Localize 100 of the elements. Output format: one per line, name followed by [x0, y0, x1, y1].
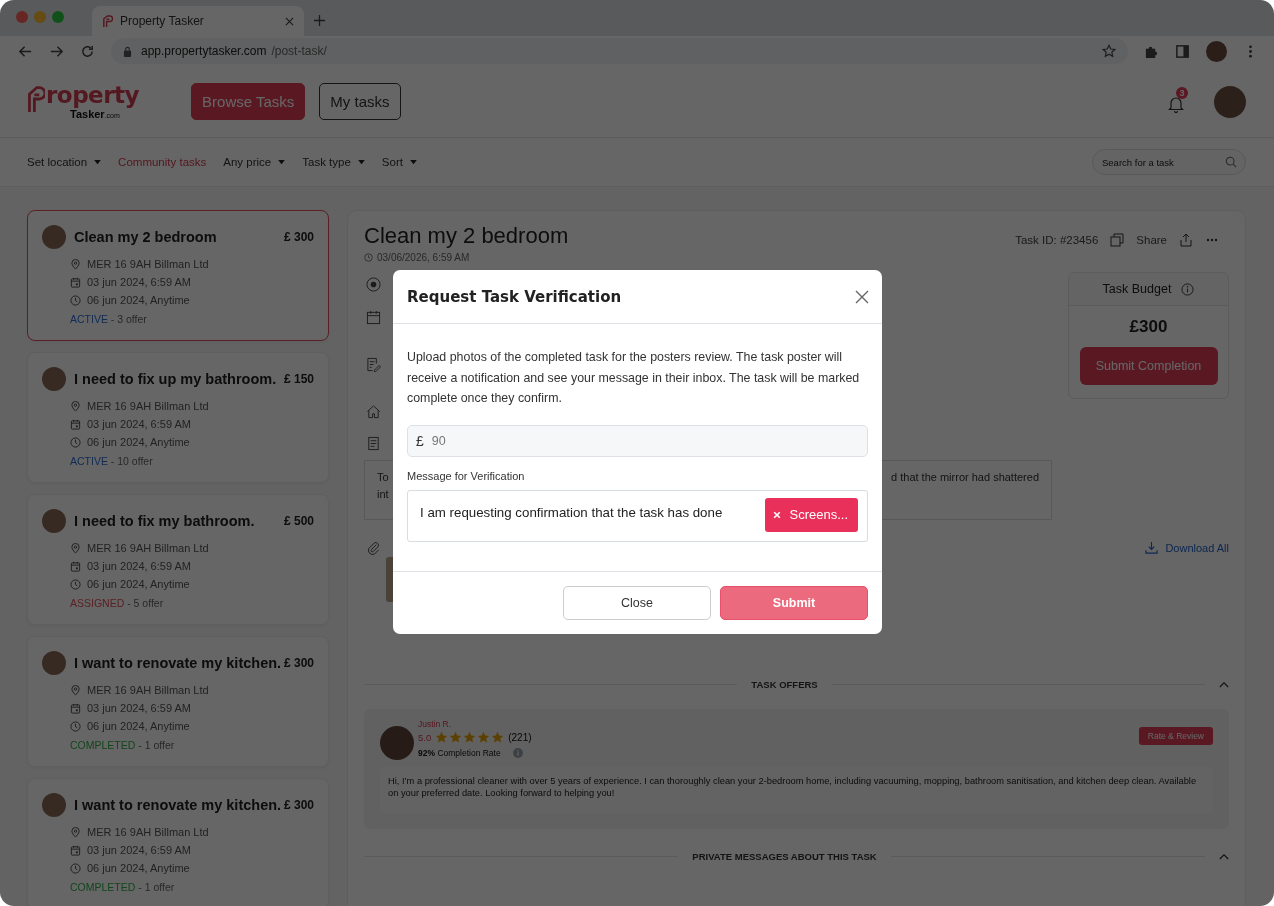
- rate-review-button[interactable]: Rate & Review: [1138, 727, 1213, 745]
- star-icon: [491, 731, 505, 744]
- task-price: £ 300: [283, 230, 314, 244]
- paperclip-icon: [366, 540, 381, 555]
- bookmark-star-icon[interactable]: [1102, 44, 1116, 58]
- filter-menu[interactable]: Task type: [302, 156, 365, 168]
- lock-icon: [123, 45, 132, 57]
- task-card[interactable]: I want to renovate my kitchen. £ 300 MER 16 9AH Billman Ltd 03 jun 2024, 6:59 AM 06 jun 2024, Anytime COMPLETED - 1 offer: [27, 636, 329, 767]
- close-window-dot[interactable]: [16, 11, 28, 23]
- close-button[interactable]: Close: [563, 586, 711, 620]
- task-title: Clean my 2 bedroom: [74, 229, 218, 245]
- chevron-up-icon[interactable]: [1219, 681, 1229, 688]
- calendar-icon: [366, 310, 381, 325]
- chevron-up-icon[interactable]: [1219, 853, 1229, 860]
- side-panel-icon[interactable]: [1175, 43, 1190, 59]
- offer-count: - 5 offer: [127, 597, 164, 609]
- download-all-link[interactable]: Download All: [1145, 541, 1229, 554]
- task-title: Clean my 2 bedroom: [364, 222, 569, 250]
- share-link[interactable]: Share: [1136, 234, 1167, 246]
- tasker-name[interactable]: Justin R.: [418, 719, 532, 729]
- filter-menu[interactable]: Any price: [223, 156, 286, 168]
- task-status: ASSIGNED: [70, 597, 125, 609]
- task-title: I want to renovate my kitchen.: [74, 797, 283, 813]
- task-due-date: 06 jun 2024, Anytime: [87, 436, 190, 448]
- house-logo-icon: [27, 83, 45, 114]
- task-card[interactable]: I need to fix my bathroom. £ 500 MER 16 9AH Billman Ltd 03 jun 2024, 6:59 AM 06 jun 2024, Anytime ASSIGNED - 5 offer: [27, 494, 329, 625]
- section-heading: PRIVATE MESSAGES ABOUT THIS TASK: [692, 851, 877, 862]
- description-text: int: [377, 488, 389, 500]
- task-posted-date: 03 jun 2024, 6:59 AM: [87, 560, 191, 572]
- clock-icon: [70, 720, 81, 732]
- browser-tab[interactable]: Property Tasker: [92, 6, 304, 36]
- task-status: COMPLETED: [70, 739, 136, 751]
- task-due-date: 06 jun 2024, Anytime: [87, 578, 190, 590]
- info-icon[interactable]: [1181, 282, 1195, 296]
- share-icon[interactable]: [1179, 233, 1193, 247]
- submit-button[interactable]: Submit: [720, 586, 868, 620]
- budget-amount: £300: [1129, 317, 1168, 337]
- location-pin-icon: [70, 400, 81, 412]
- filter-menu[interactable]: Sort: [381, 156, 417, 168]
- search-icon: [1225, 156, 1237, 168]
- reload-icon[interactable]: [80, 43, 95, 59]
- currency-symbol: £: [416, 432, 424, 449]
- task-status: ACTIVE: [70, 313, 108, 325]
- offer-count: - 1 offer: [138, 881, 175, 893]
- calendar-icon: [70, 276, 81, 288]
- task-location: MER 16 9AH Billman Ltd: [87, 826, 209, 838]
- poster-avatar: [42, 793, 66, 817]
- close-tab-icon[interactable]: [285, 16, 294, 26]
- remove-icon: [773, 510, 782, 519]
- copy-icon[interactable]: [1110, 233, 1125, 247]
- nav-button[interactable]: My tasks: [319, 83, 401, 120]
- section-heading: TASK OFFERS: [751, 679, 818, 690]
- calendar-icon: [70, 844, 81, 856]
- location-pin-icon: [70, 258, 81, 270]
- clock-icon: [70, 294, 81, 306]
- dialog-title: Request Task Verification: [407, 287, 622, 306]
- maximize-window-dot[interactable]: [52, 11, 64, 23]
- task-card[interactable]: I want to renovate my kitchen. £ 300 MER 16 9AH Billman Ltd 03 jun 2024, 6:59 AM 06 jun 2024, Anytime COMPLETED - 1 offer: [27, 778, 329, 906]
- star-icon: [477, 731, 491, 744]
- logo-wordmark: roperty: [46, 81, 140, 108]
- task-location: MER 16 9AH Billman Ltd: [87, 400, 209, 412]
- submit-completion-button[interactable]: Submit Completion: [1079, 347, 1218, 385]
- poster-avatar: [42, 651, 66, 675]
- nav-button[interactable]: Browse Tasks: [191, 83, 306, 120]
- minimize-window-dot[interactable]: [34, 11, 46, 23]
- poster-avatar: [42, 225, 66, 249]
- target-icon: [366, 277, 381, 292]
- task-price: £ 150: [283, 372, 314, 386]
- amount-field[interactable]: £ 90: [407, 424, 868, 457]
- search-field[interactable]: Search for a task: [1092, 149, 1246, 175]
- clock-icon: [70, 862, 81, 874]
- info-icon[interactable]: [512, 748, 523, 758]
- document-icon: [366, 436, 381, 451]
- task-title: I want to renovate my kitchen.: [74, 655, 283, 671]
- message-field[interactable]: I am requesting confirmation that the task has done Screens...: [407, 489, 868, 542]
- tasker-avatar: [380, 726, 414, 760]
- close-icon[interactable]: [855, 289, 869, 304]
- notification-badge: 3: [1176, 86, 1188, 99]
- filter-menu[interactable]: Set location: [27, 156, 102, 168]
- task-status: COMPLETED: [70, 881, 136, 893]
- task-card[interactable]: Clean my 2 bedroom £ 300 MER 16 9AH Billman Ltd 03 jun 2024, 6:59 AM 06 jun 2024, Anytime ACTIVE - 3 offer: [27, 210, 329, 341]
- user-avatar[interactable]: [1214, 85, 1246, 118]
- bell-icon[interactable]: [1168, 94, 1184, 113]
- task-location: MER 16 9AH Billman Ltd: [87, 684, 209, 696]
- rating-value: 5.0: [418, 732, 432, 743]
- location-pin-icon: [70, 826, 81, 838]
- star-icon: [463, 731, 477, 744]
- new-tab-icon[interactable]: [314, 15, 325, 26]
- location-pin-icon: [70, 542, 81, 554]
- filter-menu[interactable]: Community tasks: [118, 156, 207, 168]
- completion-rate: 92% Completion Rate: [418, 748, 501, 758]
- task-price: £ 500: [283, 514, 314, 528]
- profile-avatar[interactable]: [1206, 40, 1227, 62]
- poster-avatar: [42, 367, 66, 391]
- calendar-icon: [70, 418, 81, 430]
- caret-down-icon: [94, 159, 102, 165]
- address-bar[interactable]: app.propertytasker.com /post-task/: [111, 38, 1128, 64]
- task-card[interactable]: I need to fix up my bathroom. £ 150 MER 16 9AH Billman Ltd 03 jun 2024, 6:59 AM 06 jun 2024, Anytime ACTIVE - 10 offer: [27, 352, 329, 483]
- star-icon: [435, 731, 449, 744]
- attachment-chip[interactable]: Screens...: [765, 497, 858, 532]
